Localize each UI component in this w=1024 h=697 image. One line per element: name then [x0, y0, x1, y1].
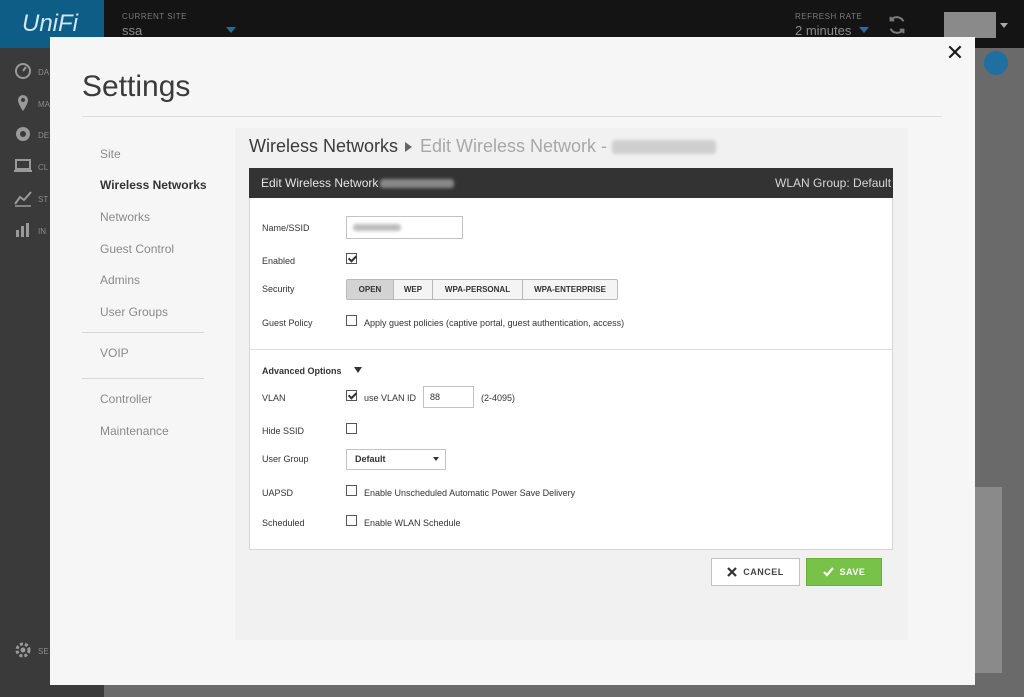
ssid-input[interactable] [346, 216, 463, 239]
save-button[interactable]: SAVE [806, 558, 882, 586]
security-option-open[interactable]: OPEN [347, 280, 394, 299]
page-title: Settings [82, 70, 191, 103]
vlan-range-hint: (2-4095) [481, 393, 516, 403]
vlan-checkbox[interactable] [346, 390, 357, 401]
advanced-options-toggle[interactable]: Advanced Options [262, 366, 342, 376]
redacted-panel-network-name [380, 179, 454, 188]
sidebar-item-site[interactable]: Site [100, 147, 121, 161]
cancel-button[interactable]: CANCEL [711, 558, 800, 586]
breadcrumb-current: Edit Wireless Network - [420, 136, 608, 156]
scheduled-text: Enable WLAN Schedule [364, 518, 461, 528]
advanced-divider [250, 349, 892, 350]
site-label: CURRENT SITE [122, 12, 187, 21]
breadcrumb-parent[interactable]: Wireless Networks [249, 136, 398, 157]
vlan-checkbox-text: use VLAN ID [364, 393, 417, 403]
redacted-network-name [612, 140, 716, 154]
refresh-label: REFRESH RATE [795, 12, 863, 21]
refresh-value: 2 minutes [795, 23, 852, 38]
sidebar-item-guest-control[interactable]: Guest Control [100, 242, 174, 256]
uapsd-text: Enable Unscheduled Automatic Power Save … [364, 488, 576, 498]
guest-policy-checkbox[interactable] [346, 315, 357, 326]
security-option-wep[interactable]: WEP [394, 280, 433, 299]
nav-label-map[interactable]: MA [38, 100, 50, 109]
site-chevron-down-icon[interactable] [226, 27, 236, 33]
sidebar-item-voip[interactable]: VOIP [100, 346, 129, 360]
site-selector[interactable]: CURRENT SITE ssa [122, 12, 187, 38]
nav-label-dashboard[interactable]: DA [38, 68, 49, 77]
background-card [972, 487, 1002, 673]
vlan-label: VLAN [262, 393, 286, 403]
chevron-down-icon[interactable] [354, 367, 362, 373]
sidebar-divider [82, 378, 204, 379]
sidebar-item-networks[interactable]: Networks [100, 210, 150, 224]
scheduled-checkbox[interactable] [346, 515, 357, 526]
enabled-label: Enabled [262, 256, 296, 266]
sidebar-item-user-groups[interactable]: User Groups [100, 305, 168, 319]
sidebar-item-maintenance[interactable]: Maintenance [100, 424, 169, 438]
name-ssid-label: Name/SSID [262, 223, 310, 233]
nav-label-insights[interactable]: IN [38, 227, 46, 236]
devices-icon[interactable] [13, 124, 33, 144]
uapsd-checkbox[interactable] [346, 485, 357, 496]
background-action-button [984, 51, 1008, 75]
select-chevron-down-icon [433, 457, 439, 461]
site-value: ssa [122, 23, 143, 38]
save-button-label: SAVE [839, 567, 866, 577]
user-group-label: User Group [262, 454, 309, 464]
sidebar-item-wireless-networks[interactable]: Wireless Networks [100, 178, 207, 192]
close-icon [727, 567, 738, 577]
map-icon[interactable] [13, 93, 33, 113]
panel-title: Edit Wireless Network - [261, 176, 386, 190]
user-group-select[interactable]: Default [346, 449, 446, 470]
refresh-rate-selector[interactable]: REFRESH RATE 2 minutes [795, 12, 862, 38]
breadcrumb-arrow-icon [405, 142, 412, 152]
wlan-group-label: WLAN Group: Default [775, 176, 892, 190]
nav-label-stats[interactable]: ST [38, 195, 48, 204]
guest-policy-label: Guest Policy [262, 318, 313, 328]
hide-ssid-checkbox[interactable] [346, 423, 357, 434]
nav-label-devices[interactable]: DE [38, 131, 49, 140]
close-icon[interactable]: ✕ [945, 43, 965, 65]
sidebar-divider [82, 332, 204, 333]
enabled-checkbox[interactable] [346, 253, 357, 264]
guest-policy-text: Apply guest policies (captive portal, gu… [364, 318, 625, 328]
stats-icon[interactable] [13, 188, 33, 208]
sidebar-item-controller[interactable]: Controller [100, 392, 152, 406]
nav-label-settings[interactable]: SE [38, 647, 49, 656]
security-segmented-control: OPEN WEP WPA-PERSONAL WPA-ENTERPRISE [346, 279, 618, 300]
security-option-wpa-enterprise[interactable]: WPA-ENTERPRISE [523, 280, 617, 299]
uapsd-label: UAPSD [262, 488, 294, 498]
cancel-button-label: CANCEL [743, 567, 784, 577]
clients-icon[interactable] [13, 156, 33, 176]
nav-label-clients[interactable]: CL [38, 163, 48, 172]
avatar[interactable] [944, 12, 996, 38]
refresh-icon[interactable] [886, 14, 908, 36]
security-label: Security [262, 284, 295, 294]
vlan-id-input[interactable]: 88 [423, 386, 474, 408]
security-option-wpa-personal[interactable]: WPA-PERSONAL [433, 280, 523, 299]
title-divider [82, 116, 942, 117]
dashboard-icon[interactable] [13, 61, 33, 81]
refresh-chevron-down-icon[interactable] [859, 27, 869, 33]
vlan-id-value: 88 [430, 392, 441, 402]
insights-icon[interactable] [13, 220, 33, 240]
redacted-ssid-value [353, 224, 401, 231]
checkmark-icon [822, 567, 834, 577]
scheduled-label: Scheduled [262, 518, 305, 528]
user-chevron-down-icon[interactable] [1000, 23, 1008, 28]
settings-icon[interactable] [13, 640, 33, 660]
sidebar-item-admins[interactable]: Admins [100, 273, 140, 287]
hide-ssid-label: Hide SSID [262, 426, 305, 436]
